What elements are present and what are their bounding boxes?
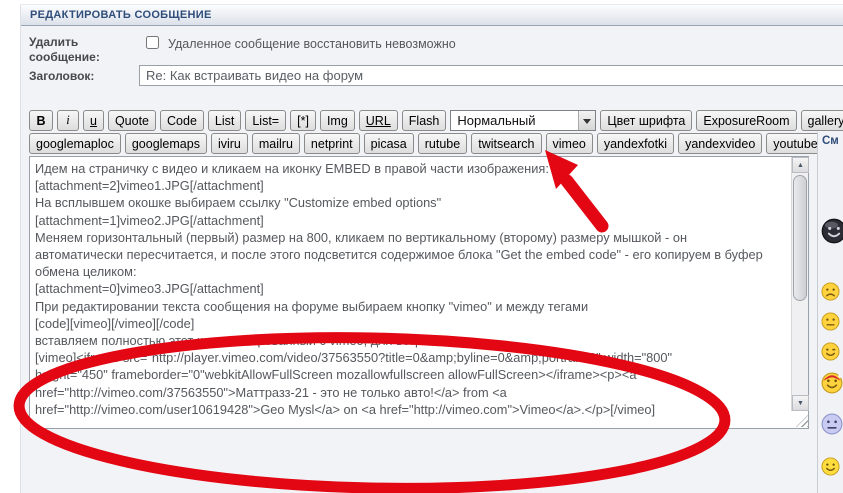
paragraph-style-value: Нормальный <box>451 113 578 128</box>
ordered-list-button[interactable]: List= <box>245 110 286 131</box>
iviru-button[interactable]: iviru <box>211 133 248 154</box>
googlemaps-button[interactable]: googlemaps <box>125 133 207 154</box>
message-body-textarea[interactable] <box>29 156 809 429</box>
subject-input[interactable] <box>139 65 843 86</box>
santa-hat-smiley-icon[interactable] <box>821 372 843 394</box>
flash-button[interactable]: Flash <box>402 110 447 131</box>
scrollbar-thumb[interactable] <box>793 175 807 301</box>
scrollbar-down-arrow-icon[interactable]: ▼ <box>792 395 809 411</box>
wink-smiley-icon[interactable] <box>821 342 840 361</box>
scrollbar-up-arrow-icon[interactable]: ▲ <box>792 157 809 173</box>
img-button[interactable]: Img <box>320 110 355 131</box>
quote-button[interactable]: Quote <box>108 110 156 131</box>
list-item-button[interactable]: [*] <box>290 110 316 131</box>
vimeo-button[interactable]: vimeo <box>546 133 593 154</box>
rutube-button[interactable]: rutube <box>418 133 467 154</box>
italic-button[interactable]: i <box>57 110 79 131</box>
netprint-button[interactable]: netprint <box>304 133 360 154</box>
googlemaploc-button[interactable]: googlemaploc <box>29 133 121 154</box>
smileys-title: См <box>822 135 839 147</box>
yandexvideo-button[interactable]: yandexvideo <box>678 133 762 154</box>
code-button[interactable]: Code <box>160 110 204 131</box>
mailru-button[interactable]: mailru <box>252 133 300 154</box>
delete-message-label: Удалить сообщение: <box>29 35 121 65</box>
font-color-button[interactable]: Цвет шрифта <box>600 110 692 131</box>
galleryru2-button[interactable]: galleryru2 <box>801 110 843 131</box>
blue-smiley-icon[interactable] <box>821 413 843 435</box>
service-toolbar: googlemaplocgooglemapsivirumailrunetprin… <box>29 133 843 154</box>
dark-smiley-icon[interactable] <box>821 218 843 244</box>
list-button[interactable]: List <box>208 110 241 131</box>
bbcode-buttons-group: BiuQuoteCodeListList=[*]ImgURLFlash <box>29 110 446 131</box>
textarea-scrollbar[interactable]: ▲ ▼ <box>791 157 808 411</box>
smile-smiley-icon[interactable] <box>821 457 840 476</box>
youtube-button[interactable]: youtube <box>766 133 824 154</box>
picasa-button[interactable]: picasa <box>364 133 414 154</box>
paragraph-style-select[interactable]: Нормальный <box>450 110 596 131</box>
bold-button[interactable]: B <box>29 110 53 131</box>
edit-message-panel: РЕДАКТИРОВАТЬ СООБЩЕНИЕ Удалить сообщени… <box>20 4 843 493</box>
twitsearch-button[interactable]: twitsearch <box>471 133 541 154</box>
neutral-smiley-icon[interactable] <box>821 312 840 331</box>
chevron-down-icon[interactable] <box>578 111 595 130</box>
smileys-sidebar: См <box>817 132 843 493</box>
extra-buttons-group: Цвет шрифтаExposureRoomgalleryru2gdo <box>600 110 843 131</box>
delete-message-checkbox[interactable] <box>146 36 159 49</box>
exposureroom-button[interactable]: ExposureRoom <box>696 110 796 131</box>
delete-message-note: Удаленное сообщение восстановить невозмо… <box>168 37 456 51</box>
yandexfotki-button[interactable]: yandexfotki <box>597 133 674 154</box>
sad-smiley-icon[interactable] <box>821 282 840 301</box>
subject-label: Заголовок: <box>29 69 94 83</box>
format-toolbar: BiuQuoteCodeListList=[*]ImgURLFlash Норм… <box>29 110 843 131</box>
underline-button[interactable]: u <box>83 110 104 131</box>
page-title: РЕДАКТИРОВАТЬ СООБЩЕНИЕ <box>21 5 843 26</box>
url-button[interactable]: URL <box>359 110 398 131</box>
